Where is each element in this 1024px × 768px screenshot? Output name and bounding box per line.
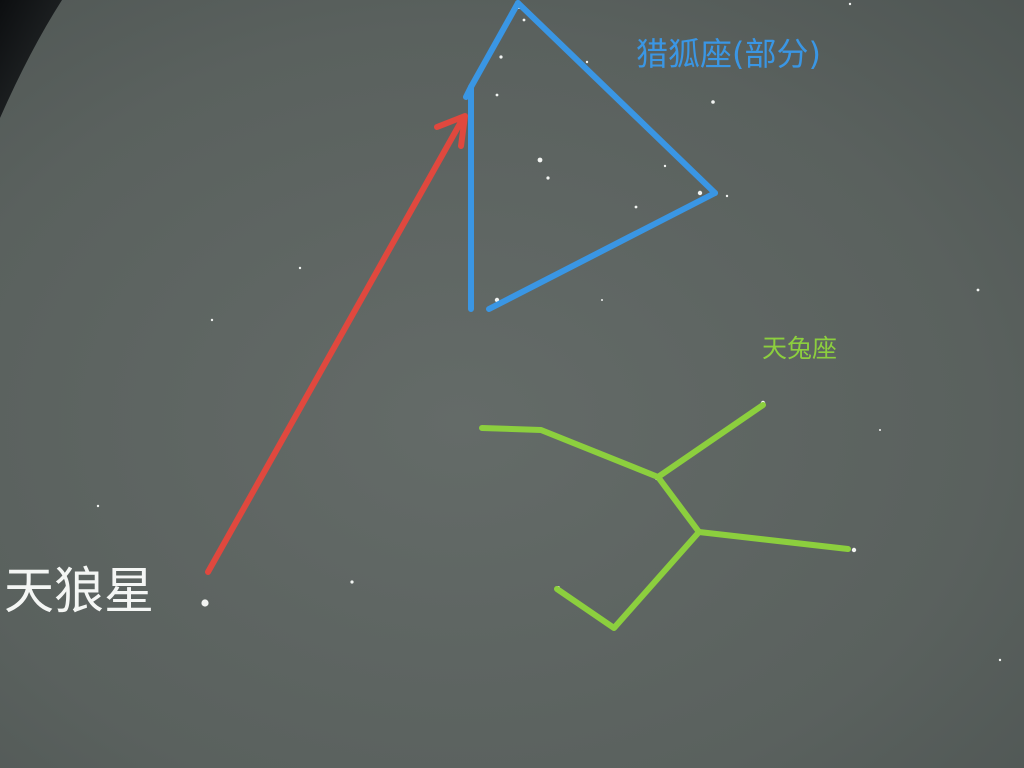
star: [711, 100, 715, 104]
star-sirius: [201, 599, 209, 607]
star: [298, 266, 302, 270]
star: [495, 93, 499, 97]
star: [697, 190, 703, 196]
lepus-label: 天兔座: [762, 334, 838, 363]
star: [96, 504, 100, 508]
orion-label: 猎狐座(部分): [636, 35, 821, 73]
star: [601, 299, 603, 301]
star: [350, 580, 354, 584]
star: [851, 547, 857, 553]
star: [725, 194, 729, 198]
star: [634, 205, 638, 209]
star: [210, 318, 214, 322]
star: [663, 164, 667, 168]
star: [976, 288, 980, 292]
star: [998, 658, 1002, 662]
star: [522, 18, 526, 22]
star: [537, 157, 543, 163]
sirius-label: 天狼星: [4, 562, 154, 620]
night-sky-photo: [0, 0, 1024, 768]
star: [546, 176, 550, 180]
star: [848, 2, 852, 6]
sky-background: [0, 0, 1024, 768]
star: [879, 429, 881, 431]
star: [585, 60, 589, 64]
star: [499, 55, 503, 59]
